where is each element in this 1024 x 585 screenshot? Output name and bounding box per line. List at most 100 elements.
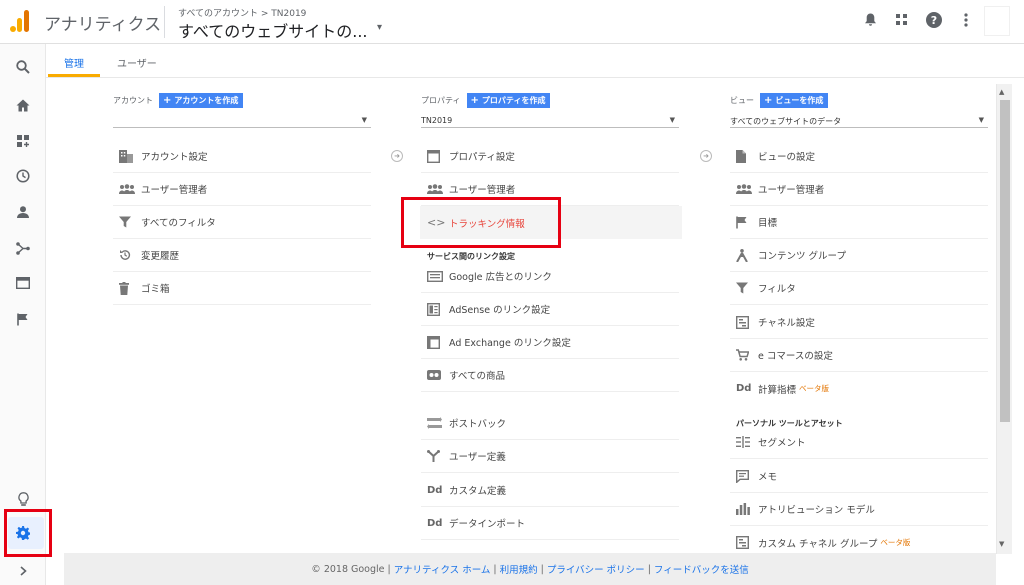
filter-icon: [730, 282, 758, 294]
channel-icon: [730, 315, 758, 329]
dd-icon: Dd: [427, 517, 443, 529]
property-settings-item[interactable]: プロパティ設定: [421, 140, 679, 173]
channel-settings-item[interactable]: チャネル設定: [730, 306, 988, 339]
ecommerce-settings-item[interactable]: e コマースの設定: [730, 339, 988, 372]
attribution-model-item[interactable]: アトリビューション モデル: [730, 493, 988, 526]
account-selector[interactable]: ▼: [113, 110, 371, 128]
scrollbar-thumb[interactable]: [1000, 100, 1010, 422]
terms-link[interactable]: 利用規約: [500, 562, 538, 576]
top-bar: アナリティクス すべてのアカウント > TN2019 すべてのウェブサイトの..…: [0, 0, 1024, 44]
person-icon[interactable]: [13, 202, 33, 222]
analytics-home-link[interactable]: アナリティクス ホーム: [394, 562, 491, 576]
history-icon: [113, 249, 141, 261]
google-ads-link-item[interactable]: Google 広告とのリンク: [421, 260, 679, 293]
help-icon[interactable]: ?: [926, 12, 942, 28]
beta-badge: ベータ版: [880, 538, 911, 547]
flag-icon: [730, 216, 758, 229]
trash-item[interactable]: ゴミ箱: [113, 272, 371, 305]
cart-icon: [730, 349, 758, 361]
avatar[interactable]: [984, 6, 1010, 36]
filter-icon: [113, 216, 141, 228]
app-title: アナリティクス: [44, 15, 162, 35]
view-selector[interactable]: すべてのウェブサイトの...: [178, 18, 368, 42]
acquisition-icon[interactable]: [13, 238, 33, 258]
person-walk-icon: [730, 248, 758, 262]
view-settings-item[interactable]: ビューの設定: [730, 140, 988, 173]
calculated-metrics-item[interactable]: Dd 計算指標 ベータ版: [730, 372, 988, 405]
all-filters-item[interactable]: すべてのフィルタ: [113, 206, 371, 239]
goals-item[interactable]: 目標: [730, 206, 988, 239]
account-column-header: アカウント + アカウントを作成: [113, 93, 244, 108]
clock-icon[interactable]: [13, 166, 33, 186]
footer: © 2018 Google | アナリティクス ホーム | 利用規約 | プライ…: [64, 553, 996, 585]
analytics-logo-icon[interactable]: [10, 10, 32, 32]
beta-badge: ベータ版: [799, 384, 830, 393]
flag-icon[interactable]: [13, 309, 33, 329]
property-label: プロパティ: [421, 96, 461, 105]
user-defined-item[interactable]: ユーザー定義: [421, 440, 679, 473]
building-icon: [113, 149, 141, 163]
ad-exchange-link-item[interactable]: Ad Exchange のリンク設定: [421, 326, 679, 359]
channel-icon: [730, 536, 758, 549]
create-view-button[interactable]: + ビューを作成: [760, 93, 829, 108]
more-vert-icon[interactable]: [958, 12, 974, 28]
privacy-policy-link[interactable]: プライバシー ポリシー: [547, 562, 645, 576]
memo-item[interactable]: メモ: [730, 460, 988, 493]
comment-icon: [730, 469, 758, 483]
scroll-up-arrow-icon[interactable]: ▲: [999, 88, 1004, 96]
products-icon: [421, 370, 449, 380]
tab-user[interactable]: ユーザー: [117, 55, 157, 70]
create-account-button[interactable]: + アカウントを作成: [159, 93, 244, 108]
property-column-header: プロパティ + プロパティを作成: [421, 93, 551, 108]
adsense-link-item[interactable]: AdSense のリンク設定: [421, 293, 679, 326]
home-icon[interactable]: [13, 95, 33, 115]
tab-admin[interactable]: 管理: [64, 55, 84, 70]
send-feedback-link[interactable]: フィードバックを送信: [654, 562, 749, 576]
tracking-highlight-box: [401, 197, 561, 248]
arrow-right-icon: ➜: [391, 150, 403, 162]
change-history-item[interactable]: 変更履歴: [113, 239, 371, 272]
trash-icon: [113, 281, 141, 295]
adsense-icon: [421, 302, 449, 316]
bell-icon[interactable]: [862, 12, 878, 28]
group-icon: [113, 184, 141, 194]
bar-chart-icon: [730, 503, 758, 515]
ad-exchange-icon: [421, 335, 449, 349]
chevron-right-icon[interactable]: [13, 561, 33, 581]
segments-item[interactable]: セグメント: [730, 426, 988, 459]
view-column-header: ビュー + ビューを作成: [730, 93, 829, 108]
google-ads-icon: [421, 270, 449, 282]
dd-icon: Dd: [736, 383, 752, 394]
behavior-icon[interactable]: [13, 273, 33, 293]
data-import-item[interactable]: Dd データインポート: [421, 507, 679, 540]
postback-item[interactable]: ポストバック: [421, 407, 679, 440]
property-selector[interactable]: TN2019 ▼: [421, 110, 679, 128]
settings-highlight-box: [4, 509, 52, 557]
customization-icon[interactable]: [13, 131, 33, 151]
lightbulb-icon[interactable]: [13, 489, 33, 509]
create-property-button[interactable]: + プロパティを作成: [466, 93, 551, 108]
search-icon[interactable]: [13, 57, 33, 77]
view-filters-item[interactable]: フィルタ: [730, 272, 988, 305]
arrow-right-icon: ➜: [700, 150, 712, 162]
document-icon: [730, 149, 758, 163]
custom-definitions-item[interactable]: Dd カスタム定義: [421, 474, 679, 507]
view-label: ビュー: [730, 96, 754, 105]
header-divider: [164, 6, 165, 38]
all-products-item[interactable]: すべての商品: [421, 359, 679, 392]
content-grouping-item[interactable]: コンテンツ グループ: [730, 239, 988, 272]
view-user-management-item[interactable]: ユーザー管理者: [730, 173, 988, 206]
copyright-text: © 2018 Google: [311, 563, 385, 575]
fork-icon: [421, 450, 449, 462]
account-settings-item[interactable]: アカウント設定: [113, 140, 371, 173]
account-user-management-item[interactable]: ユーザー管理者: [113, 173, 371, 206]
postback-icon: [421, 416, 449, 430]
account-label: アカウント: [113, 96, 153, 105]
view-selector-dropdown[interactable]: すべてのウェブサイトのデータ ▼: [730, 110, 988, 128]
group-icon: [421, 184, 449, 194]
chevron-down-icon[interactable]: ▾: [377, 22, 382, 33]
apps-grid-icon[interactable]: [894, 12, 910, 28]
active-tab-indicator: [48, 74, 100, 77]
scroll-down-arrow-icon[interactable]: ▼: [999, 540, 1004, 548]
property-settings-icon: [421, 149, 449, 163]
